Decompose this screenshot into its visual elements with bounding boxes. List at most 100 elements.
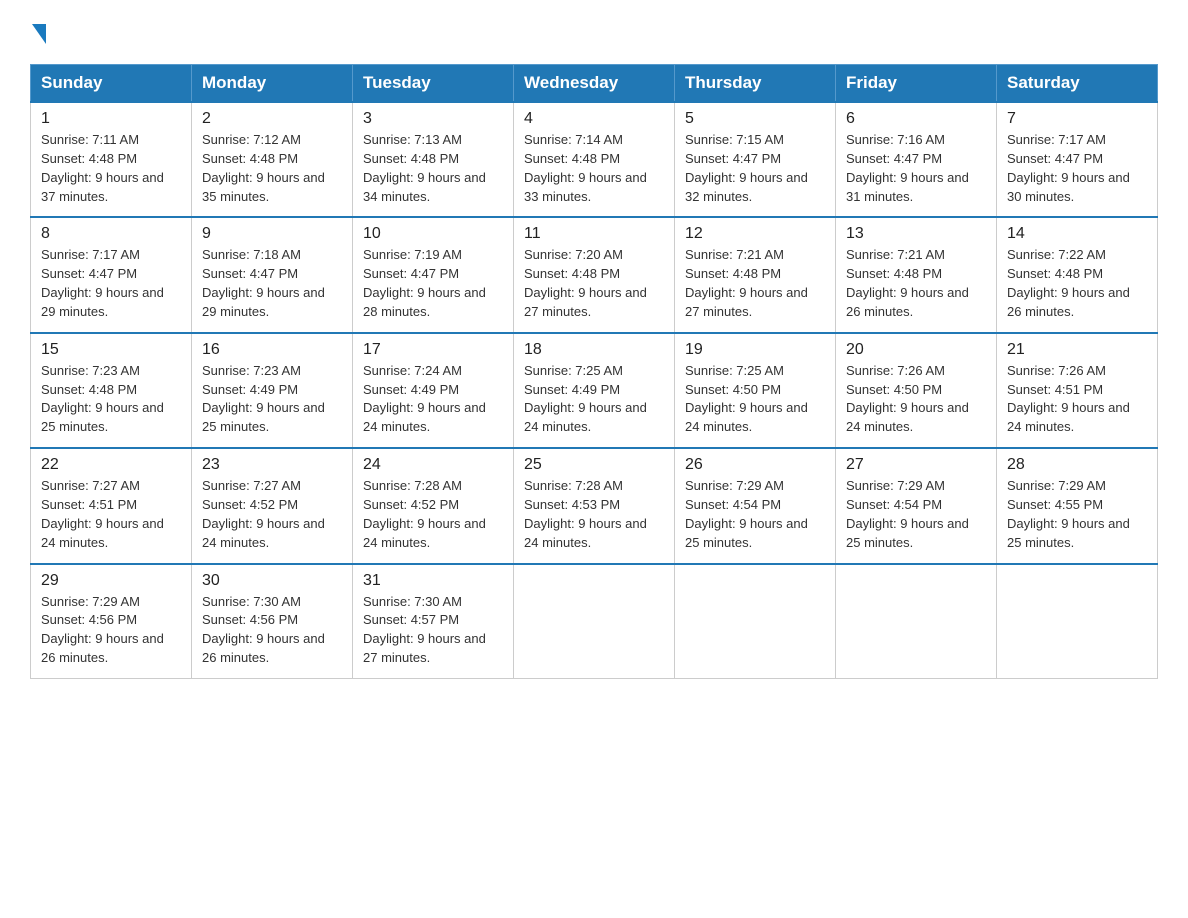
calendar-cell: 3 Sunrise: 7:13 AMSunset: 4:48 PMDaylight…: [353, 102, 514, 217]
day-number: 29: [41, 572, 181, 590]
day-info: Sunrise: 7:25 AMSunset: 4:49 PMDaylight:…: [524, 362, 664, 437]
logo-arrow-icon: [32, 24, 46, 44]
day-number: 6: [846, 110, 986, 128]
day-info: Sunrise: 7:18 AMSunset: 4:47 PMDaylight:…: [202, 246, 342, 321]
day-info: Sunrise: 7:14 AMSunset: 4:48 PMDaylight:…: [524, 131, 664, 206]
page-header: [30, 20, 1158, 44]
calendar-cell: 21 Sunrise: 7:26 AMSunset: 4:51 PMDayligh…: [997, 333, 1158, 448]
calendar-cell: 30 Sunrise: 7:30 AMSunset: 4:56 PMDayligh…: [192, 564, 353, 679]
day-number: 25: [524, 456, 664, 474]
day-number: 7: [1007, 110, 1147, 128]
day-number: 1: [41, 110, 181, 128]
calendar-cell: 10 Sunrise: 7:19 AMSunset: 4:47 PMDayligh…: [353, 217, 514, 332]
day-number: 12: [685, 225, 825, 243]
calendar-cell: 18 Sunrise: 7:25 AMSunset: 4:49 PMDayligh…: [514, 333, 675, 448]
calendar-cell: 6 Sunrise: 7:16 AMSunset: 4:47 PMDaylight…: [836, 102, 997, 217]
day-number: 3: [363, 110, 503, 128]
day-number: 2: [202, 110, 342, 128]
calendar-cell: [514, 564, 675, 679]
calendar-cell: 26Sunrise: 7:29 AMSunset: 4:54 PMDayligh…: [675, 448, 836, 563]
calendar-cell: 28Sunrise: 7:29 AMSunset: 4:55 PMDayligh…: [997, 448, 1158, 563]
week-row-3: 15 Sunrise: 7:23 AMSunset: 4:48 PMDayligh…: [31, 333, 1158, 448]
calendar-cell: 16 Sunrise: 7:23 AMSunset: 4:49 PMDayligh…: [192, 333, 353, 448]
day-info: Sunrise: 7:23 AMSunset: 4:48 PMDaylight:…: [41, 362, 181, 437]
calendar-cell: 17Sunrise: 7:24 AMSunset: 4:49 PMDayligh…: [353, 333, 514, 448]
weekday-header-thursday: Thursday: [675, 65, 836, 103]
day-number: 22: [41, 456, 181, 474]
week-row-4: 22 Sunrise: 7:27 AMSunset: 4:51 PMDayligh…: [31, 448, 1158, 563]
calendar-cell: 25Sunrise: 7:28 AMSunset: 4:53 PMDayligh…: [514, 448, 675, 563]
weekday-header-sunday: Sunday: [31, 65, 192, 103]
day-info: Sunrise: 7:29 AMSunset: 4:54 PMDaylight:…: [846, 477, 986, 552]
calendar-table: SundayMondayTuesdayWednesdayThursdayFrid…: [30, 64, 1158, 679]
calendar-cell: 29 Sunrise: 7:29 AMSunset: 4:56 PMDayligh…: [31, 564, 192, 679]
day-number: 4: [524, 110, 664, 128]
day-info: Sunrise: 7:11 AMSunset: 4:48 PMDaylight:…: [41, 131, 181, 206]
weekday-header-row: SundayMondayTuesdayWednesdayThursdayFrid…: [31, 65, 1158, 103]
weekday-header-monday: Monday: [192, 65, 353, 103]
weekday-header-wednesday: Wednesday: [514, 65, 675, 103]
day-number: 9: [202, 225, 342, 243]
calendar-cell: 14 Sunrise: 7:22 AMSunset: 4:48 PMDayligh…: [997, 217, 1158, 332]
calendar-cell: [836, 564, 997, 679]
week-row-2: 8Sunrise: 7:17 AMSunset: 4:47 PMDaylight…: [31, 217, 1158, 332]
weekday-header-tuesday: Tuesday: [353, 65, 514, 103]
weekday-header-friday: Friday: [836, 65, 997, 103]
week-row-1: 1 Sunrise: 7:11 AMSunset: 4:48 PMDaylight…: [31, 102, 1158, 217]
calendar-cell: [997, 564, 1158, 679]
calendar-cell: 22 Sunrise: 7:27 AMSunset: 4:51 PMDayligh…: [31, 448, 192, 563]
day-number: 24: [363, 456, 503, 474]
day-number: 15: [41, 341, 181, 359]
day-info: Sunrise: 7:16 AMSunset: 4:47 PMDaylight:…: [846, 131, 986, 206]
day-info: Sunrise: 7:27 AMSunset: 4:51 PMDaylight:…: [41, 477, 181, 552]
day-number: 20: [846, 341, 986, 359]
day-info: Sunrise: 7:19 AMSunset: 4:47 PMDaylight:…: [363, 246, 503, 321]
day-number: 14: [1007, 225, 1147, 243]
day-info: Sunrise: 7:29 AMSunset: 4:55 PMDaylight:…: [1007, 477, 1147, 552]
calendar-cell: 19 Sunrise: 7:25 AMSunset: 4:50 PMDayligh…: [675, 333, 836, 448]
day-number: 10: [363, 225, 503, 243]
day-info: Sunrise: 7:23 AMSunset: 4:49 PMDaylight:…: [202, 362, 342, 437]
day-number: 26: [685, 456, 825, 474]
day-info: Sunrise: 7:12 AMSunset: 4:48 PMDaylight:…: [202, 131, 342, 206]
day-number: 21: [1007, 341, 1147, 359]
calendar-cell: 12 Sunrise: 7:21 AMSunset: 4:48 PMDayligh…: [675, 217, 836, 332]
calendar-cell: 20 Sunrise: 7:26 AMSunset: 4:50 PMDayligh…: [836, 333, 997, 448]
day-info: Sunrise: 7:21 AMSunset: 4:48 PMDaylight:…: [846, 246, 986, 321]
calendar-cell: 27 Sunrise: 7:29 AMSunset: 4:54 PMDayligh…: [836, 448, 997, 563]
day-number: 30: [202, 572, 342, 590]
day-info: Sunrise: 7:29 AMSunset: 4:56 PMDaylight:…: [41, 593, 181, 668]
day-info: Sunrise: 7:25 AMSunset: 4:50 PMDaylight:…: [685, 362, 825, 437]
day-number: 31: [363, 572, 503, 590]
day-number: 19: [685, 341, 825, 359]
day-info: Sunrise: 7:22 AMSunset: 4:48 PMDaylight:…: [1007, 246, 1147, 321]
day-number: 18: [524, 341, 664, 359]
day-number: 16: [202, 341, 342, 359]
day-number: 8: [41, 225, 181, 243]
calendar-cell: 7 Sunrise: 7:17 AMSunset: 4:47 PMDaylight…: [997, 102, 1158, 217]
day-info: Sunrise: 7:15 AMSunset: 4:47 PMDaylight:…: [685, 131, 825, 206]
calendar-cell: 24Sunrise: 7:28 AMSunset: 4:52 PMDayligh…: [353, 448, 514, 563]
calendar-cell: 11 Sunrise: 7:20 AMSunset: 4:48 PMDayligh…: [514, 217, 675, 332]
day-number: 17: [363, 341, 503, 359]
week-row-5: 29 Sunrise: 7:29 AMSunset: 4:56 PMDayligh…: [31, 564, 1158, 679]
calendar-cell: 1 Sunrise: 7:11 AMSunset: 4:48 PMDaylight…: [31, 102, 192, 217]
day-info: Sunrise: 7:26 AMSunset: 4:51 PMDaylight:…: [1007, 362, 1147, 437]
day-info: Sunrise: 7:26 AMSunset: 4:50 PMDaylight:…: [846, 362, 986, 437]
day-number: 5: [685, 110, 825, 128]
day-info: Sunrise: 7:30 AMSunset: 4:56 PMDaylight:…: [202, 593, 342, 668]
logo: [30, 20, 46, 44]
day-number: 27: [846, 456, 986, 474]
day-number: 11: [524, 225, 664, 243]
day-info: Sunrise: 7:30 AMSunset: 4:57 PMDaylight:…: [363, 593, 503, 668]
calendar-cell: 5 Sunrise: 7:15 AMSunset: 4:47 PMDaylight…: [675, 102, 836, 217]
calendar-cell: 8Sunrise: 7:17 AMSunset: 4:47 PMDaylight…: [31, 217, 192, 332]
calendar-cell: 13Sunrise: 7:21 AMSunset: 4:48 PMDayligh…: [836, 217, 997, 332]
day-info: Sunrise: 7:20 AMSunset: 4:48 PMDaylight:…: [524, 246, 664, 321]
day-info: Sunrise: 7:17 AMSunset: 4:47 PMDaylight:…: [1007, 131, 1147, 206]
calendar-cell: 2 Sunrise: 7:12 AMSunset: 4:48 PMDaylight…: [192, 102, 353, 217]
calendar-cell: 9 Sunrise: 7:18 AMSunset: 4:47 PMDaylight…: [192, 217, 353, 332]
day-number: 23: [202, 456, 342, 474]
day-info: Sunrise: 7:21 AMSunset: 4:48 PMDaylight:…: [685, 246, 825, 321]
day-info: Sunrise: 7:13 AMSunset: 4:48 PMDaylight:…: [363, 131, 503, 206]
